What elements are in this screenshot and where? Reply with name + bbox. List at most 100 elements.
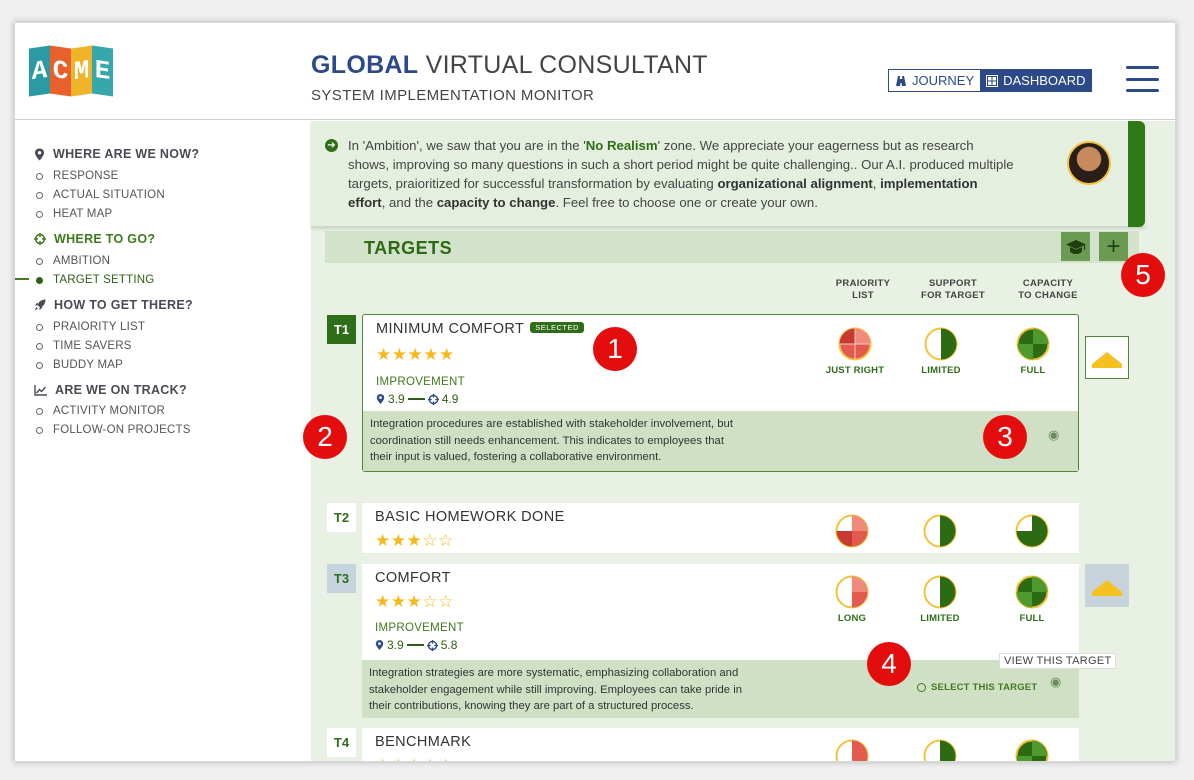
plus-icon: + <box>1106 232 1121 260</box>
pie-capacity <box>1016 327 1050 361</box>
logo-letter: E <box>92 45 113 97</box>
banner-accent-bar <box>1128 121 1145 227</box>
map-pin-icon <box>35 148 44 160</box>
improvement-scores: 3.9 4.9 <box>376 392 458 406</box>
sidebar-item-ambition[interactable]: AMBITION <box>36 255 110 267</box>
target-card-t1[interactable]: MINIMUM COMFORT SELECTED ★★★★★ IMPROVEMEN… <box>362 314 1079 472</box>
banner-bold: capacity to change <box>436 195 556 210</box>
banner-text: In 'Ambition', we saw that you are in th… <box>348 136 1018 212</box>
sidebar-item-label: PRAIORITY LIST <box>53 321 146 333</box>
support-indicator <box>895 739 985 761</box>
sidebar-item-label: TARGET SETTING <box>53 274 155 286</box>
pie-support <box>924 327 958 361</box>
sidebar-item-time-savers[interactable]: TIME SAVERS <box>36 340 132 352</box>
dashboard-button[interactable]: DASHBOARD <box>980 70 1092 91</box>
app-title-bold: GLOBAL <box>311 51 419 79</box>
target-card-t4[interactable]: BENCHMARK ★★★☆☆ <box>362 728 1079 761</box>
add-target-button[interactable]: + <box>1099 232 1128 261</box>
banner-zone: No Realism <box>585 138 658 153</box>
capacity-label: FULL <box>1019 613 1045 624</box>
triangle-up-icon <box>1092 351 1122 368</box>
capacity-indicator <box>987 514 1077 548</box>
sidebar-item-praiority-list[interactable]: PRAIORITY LIST <box>36 321 145 333</box>
map-pin-icon <box>375 640 384 650</box>
bullet-icon <box>36 361 43 369</box>
sidebar-item-follow-on-projects[interactable]: FOLLOW-ON PROJECTS <box>36 424 191 436</box>
header: A C M E GLOBAL VIRTUAL CONSULTANT SYSTEM… <box>15 23 1175 120</box>
capacity-indicator: FULL <box>987 575 1077 624</box>
priority-indicator <box>807 739 897 761</box>
support-label: LIMITED <box>921 365 961 376</box>
road-icon <box>896 75 906 86</box>
sidebar-item-actual-situation[interactable]: ACTUAL SITUATION <box>36 189 165 201</box>
pie-capacity <box>1015 739 1049 761</box>
sidebar-item-target-setting[interactable]: TARGET SETTING <box>36 274 154 286</box>
app-title-rest: VIRTUAL CONSULTANT <box>418 51 708 79</box>
crosshair-icon <box>427 393 439 405</box>
sidebar-item-heat-map[interactable]: HEAT MAP <box>36 208 112 220</box>
collapse-t1-button[interactable] <box>1085 336 1129 379</box>
capacity-indicator: FULL <box>988 327 1078 376</box>
callout-4: 4 <box>867 642 911 686</box>
main-panel: ➔ In 'Ambition', we saw that you are in … <box>311 121 1175 761</box>
section-where-to-go[interactable]: WHERE TO GO? <box>34 232 155 246</box>
target-name: MINIMUM COMFORT SELECTED <box>376 321 584 337</box>
capacity-label: FULL <box>1020 365 1046 376</box>
bullet-icon <box>36 407 43 415</box>
improvement-label: IMPROVEMENT <box>375 622 464 634</box>
bullet-icon <box>36 342 43 350</box>
bullet-icon <box>36 323 43 331</box>
eye-icon[interactable]: ◉ <box>1050 674 1061 690</box>
journey-label: JOURNEY <box>912 73 975 88</box>
support-label: LIMITED <box>920 613 960 624</box>
col-header-priority: PRAIORITY LIST <box>818 278 908 302</box>
map-pin-icon <box>376 394 385 404</box>
crosshair-icon <box>426 639 438 651</box>
logo-letter: A <box>29 45 50 97</box>
acme-logo[interactable]: A C M E <box>29 45 113 97</box>
score-connector <box>406 644 424 646</box>
bullet-icon <box>36 191 43 199</box>
bullet-icon <box>36 210 43 218</box>
select-target-option[interactable]: SELECT THIS TARGET <box>917 682 1037 693</box>
app-window: A C M E GLOBAL VIRTUAL CONSULTANT SYSTEM… <box>14 22 1176 762</box>
support-indicator: LIMITED <box>896 327 986 376</box>
sidebar-item-label: FOLLOW-ON PROJECTS <box>53 424 191 436</box>
callout-3: 3 <box>983 415 1027 459</box>
target-description: Integration procedures are established w… <box>363 411 1078 471</box>
priority-indicator: JUST RIGHT <box>810 327 900 376</box>
collapse-t3-button[interactable] <box>1085 564 1129 607</box>
eye-icon[interactable]: ◉ <box>1048 427 1059 443</box>
rocket-icon <box>34 299 46 311</box>
sidebar-item-buddy-map[interactable]: BUDDY MAP <box>36 359 123 371</box>
target-card-t2[interactable]: BASIC HOMEWORK DONE ★★★☆☆ <box>362 503 1079 553</box>
journey-button[interactable]: JOURNEY <box>889 70 981 91</box>
menu-icon[interactable] <box>1126 66 1159 92</box>
improvement-label: IMPROVEMENT <box>376 376 465 388</box>
sidebar-item-activity-monitor[interactable]: ACTIVITY MONITOR <box>36 405 165 417</box>
col-header-support: SUPPORT FOR TARGET <box>908 278 998 302</box>
target-card-t3[interactable]: COMFORT ★★★☆☆ IMPROVEMENT 3.9 5.8 LONG L… <box>362 564 1079 718</box>
score-to: 4.9 <box>441 392 459 406</box>
priority-label: LONG <box>837 613 867 624</box>
sidebar-item-label: HEAT MAP <box>53 208 113 220</box>
score-to: 5.8 <box>440 638 458 652</box>
sidebar-item-label: ACTIVITY MONITOR <box>53 405 166 417</box>
section-how-to-get-there[interactable]: HOW TO GET THERE? <box>34 298 193 312</box>
target-name: BENCHMARK <box>375 734 472 750</box>
improvement-scores: 3.9 5.8 <box>375 638 457 652</box>
sidebar-item-response[interactable]: RESPONSE <box>36 170 119 182</box>
section-are-we-on-track[interactable]: ARE WE ON TRACK? <box>34 383 187 397</box>
select-target-label: SELECT THIS TARGET <box>931 682 1038 693</box>
targets-title: TARGETS <box>364 238 453 258</box>
app-title: GLOBAL VIRTUAL CONSULTANT <box>311 51 708 80</box>
triangle-up-icon <box>1092 579 1122 596</box>
col-header-line: SUPPORT <box>928 278 978 289</box>
pie-capacity <box>1015 575 1049 609</box>
capacity-indicator <box>987 739 1077 761</box>
graduation-cap-button[interactable] <box>1061 232 1090 261</box>
description-line: their input is valued, fostering a colla… <box>370 451 662 463</box>
banner-text-part: In 'Ambition', we saw that you are in th… <box>348 138 586 153</box>
section-where-are-we-now[interactable]: WHERE ARE WE NOW? <box>34 147 199 161</box>
star-rating: ★★★☆☆ <box>375 756 454 761</box>
